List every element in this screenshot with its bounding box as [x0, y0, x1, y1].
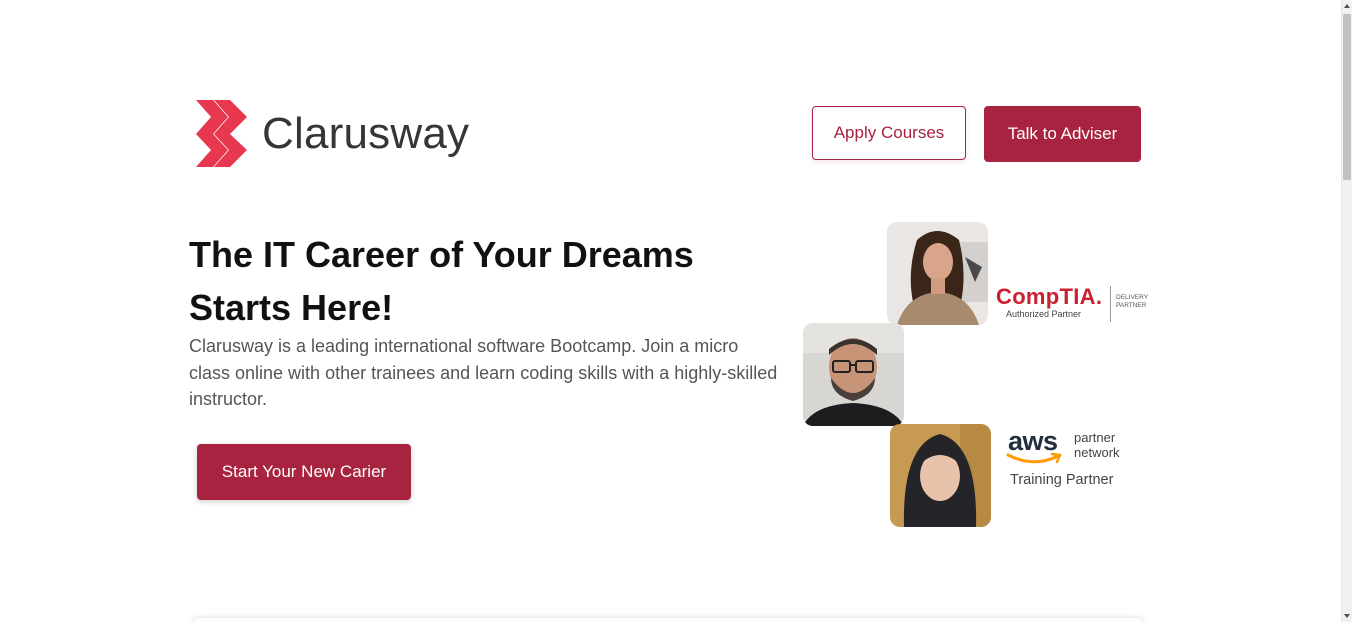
hero-title-line1: The IT Career of Your Dreams	[189, 234, 694, 275]
aws-partner-line2: network	[1074, 445, 1120, 460]
page-scrollbar[interactable]	[1341, 0, 1352, 622]
comptia-name: CompTIA.	[996, 284, 1103, 309]
aws-smile-icon	[1006, 452, 1062, 464]
comptia-subtitle: Authorized Partner	[1006, 309, 1082, 319]
instructor-photo-woman	[887, 222, 988, 325]
start-career-button[interactable]: Start Your New Carier	[197, 444, 411, 500]
scrollbar-thumb[interactable]	[1343, 14, 1351, 180]
hero-description: Clarusway is a leading international sof…	[189, 336, 778, 409]
aws-training-partner: Training Partner	[1010, 472, 1114, 488]
scroll-down-icon[interactable]	[1344, 614, 1350, 618]
scroll-up-icon[interactable]	[1344, 4, 1350, 8]
instructor-photo-woman-hijab	[890, 424, 991, 527]
instructor-photo-man	[803, 323, 904, 426]
aws-partner-line1: partner	[1074, 430, 1116, 445]
comptia-side-text: DELIVERY PARTNER	[1116, 294, 1148, 309]
hero-title-line2: Starts Here!	[189, 287, 394, 328]
next-section-card	[190, 617, 1146, 622]
clarusway-chevron-icon	[196, 100, 247, 167]
aws-partner-network: partner network	[1074, 430, 1120, 460]
hero-title: The IT Career of Your Dreams Starts Here…	[189, 228, 789, 334]
comptia-divider	[1110, 286, 1111, 322]
apply-courses-button[interactable]: Apply Courses	[812, 106, 966, 160]
aws-partner-logo: aws partner network Training Partner	[1006, 426, 1136, 496]
brand-logo[interactable]: Clarusway	[194, 100, 469, 168]
comptia-partner-logo: CompTIA. Authorized Partner DELIVERY PAR…	[996, 284, 1148, 324]
brand-name: Clarusway	[262, 109, 470, 158]
talk-to-adviser-button[interactable]: Talk to Adviser	[984, 106, 1141, 162]
landing-page: Clarusway Apply Courses Talk to Adviser …	[0, 0, 1352, 622]
